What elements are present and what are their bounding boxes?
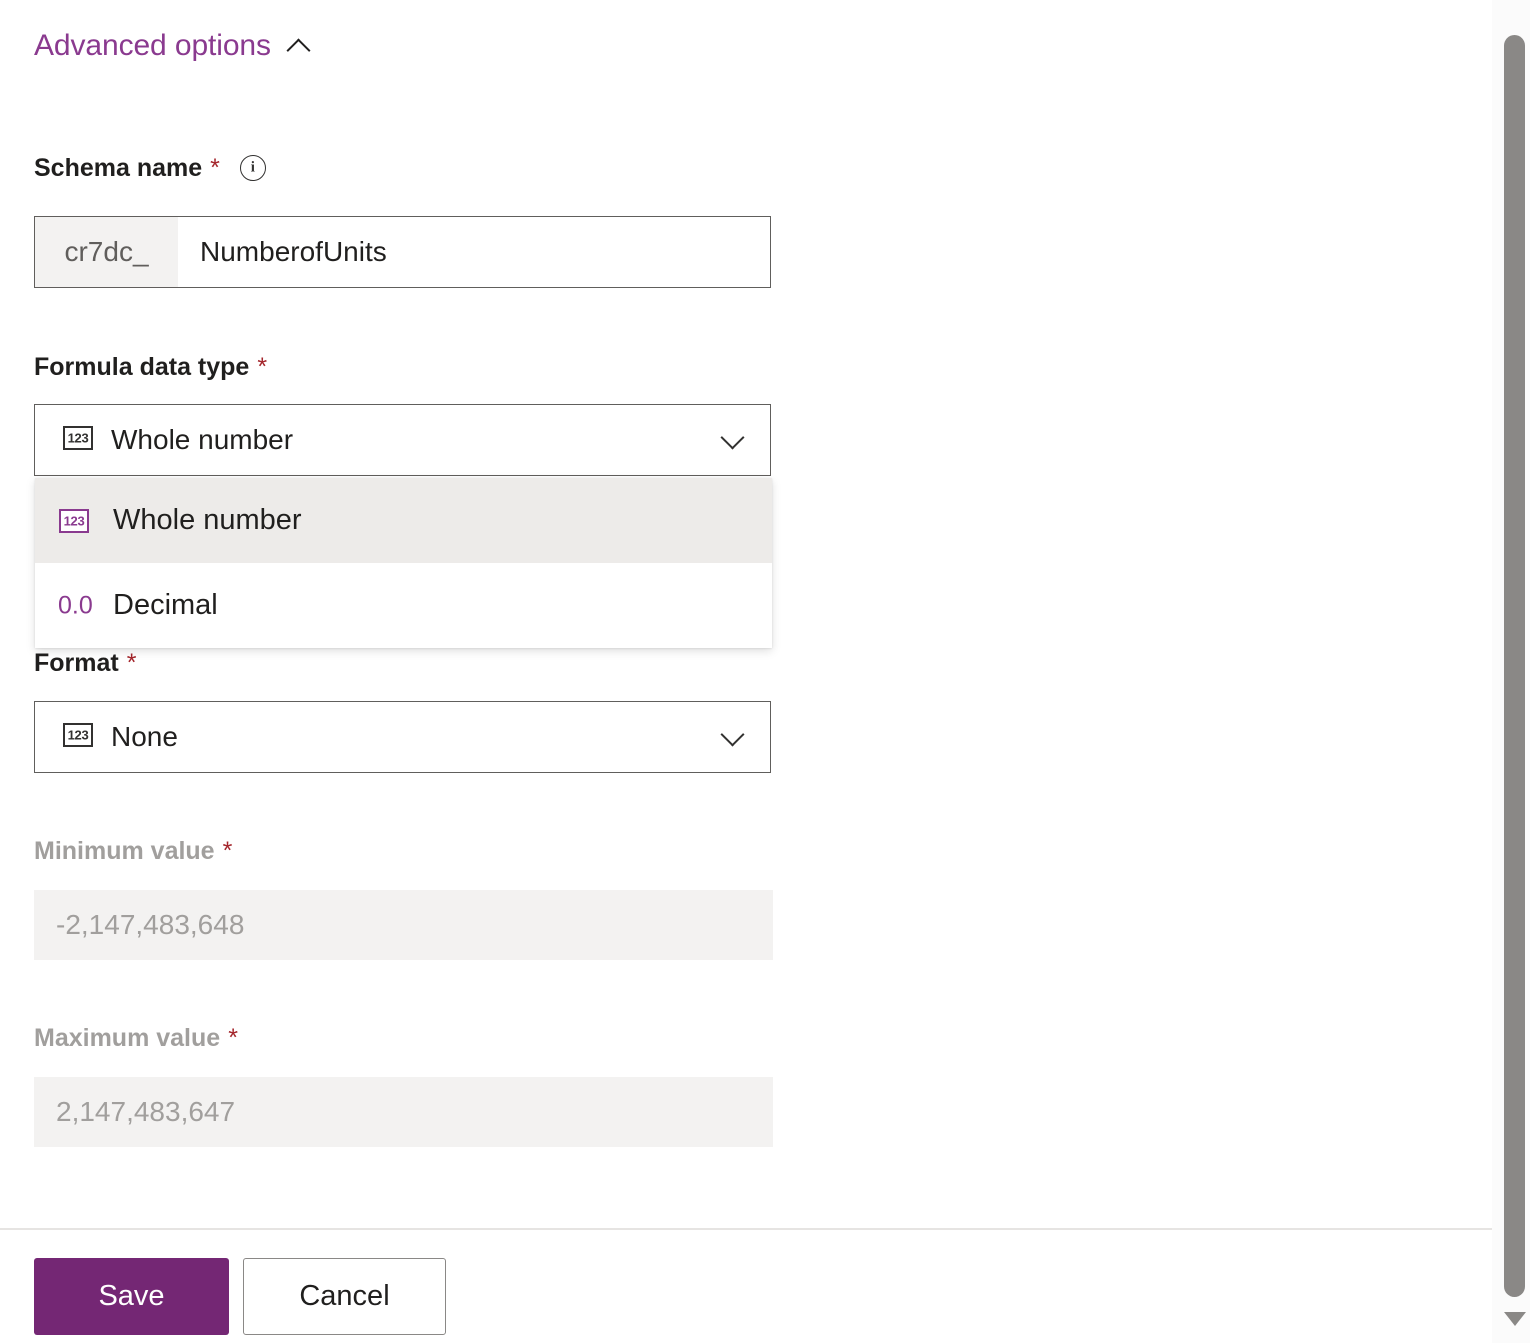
- scrollbar-thumb[interactable]: [1504, 35, 1525, 1297]
- chevron-down-icon[interactable]: [720, 722, 746, 748]
- formula-data-type-dropdown-menu[interactable]: Whole number Decimal: [35, 478, 772, 648]
- advanced-options-panel: Advanced options Schema name * cr7dc_ Nu…: [0, 0, 1492, 1343]
- formula-data-type-selected-value: Whole number: [111, 426, 293, 454]
- chevron-up-icon[interactable]: [286, 33, 312, 59]
- maximum-value-label-text: Maximum value: [34, 1026, 220, 1051]
- format-label: Format *: [34, 651, 136, 676]
- minimum-value-label-text: Minimum value: [34, 839, 215, 864]
- advanced-options-label: Advanced options: [34, 31, 271, 61]
- minimum-value-label: Minimum value *: [34, 839, 232, 864]
- maximum-value-label: Maximum value *: [34, 1026, 238, 1051]
- formula-data-type-label: Formula data type *: [34, 355, 267, 380]
- minimum-value-text: -2,147,483,648: [56, 909, 244, 941]
- schema-name-input[interactable]: NumberofUnits: [178, 217, 770, 287]
- required-asterisk: *: [257, 355, 267, 380]
- footer-actions: Save Cancel: [0, 1230, 1492, 1343]
- format-label-text: Format: [34, 651, 119, 676]
- required-asterisk: *: [228, 1026, 238, 1051]
- maximum-value-text: 2,147,483,647: [56, 1096, 235, 1128]
- maximum-value-input: 2,147,483,647: [34, 1077, 773, 1147]
- scroll-down-arrow-icon[interactable]: [1504, 1312, 1526, 1326]
- cancel-button[interactable]: Cancel: [243, 1258, 446, 1335]
- format-combobox[interactable]: None: [34, 701, 771, 773]
- formula-data-type-combobox[interactable]: Whole number: [34, 404, 771, 476]
- dropdown-option-label: Whole number: [113, 506, 302, 535]
- dropdown-option-decimal[interactable]: Decimal: [35, 563, 772, 648]
- schema-name-label-text: Schema name: [34, 156, 202, 181]
- required-asterisk: *: [223, 839, 233, 864]
- advanced-options-toggle[interactable]: Advanced options: [34, 31, 312, 61]
- formula-data-type-label-text: Formula data type: [34, 355, 249, 380]
- schema-name-label: Schema name *: [34, 155, 266, 181]
- required-asterisk: *: [127, 651, 137, 676]
- chevron-down-icon[interactable]: [720, 425, 746, 451]
- dropdown-option-whole-number[interactable]: Whole number: [35, 478, 772, 563]
- save-button[interactable]: Save: [34, 1258, 229, 1335]
- schema-name-prefix: cr7dc_: [35, 217, 178, 287]
- form-area: Advanced options Schema name * cr7dc_ Nu…: [0, 0, 1492, 1228]
- number-123-icon: [57, 509, 91, 533]
- schema-name-input-group[interactable]: cr7dc_ NumberofUnits: [34, 216, 771, 288]
- dropdown-option-label: Decimal: [113, 591, 218, 620]
- vertical-scrollbar[interactable]: [1492, 0, 1530, 1343]
- info-icon[interactable]: [240, 155, 266, 181]
- required-asterisk: *: [210, 156, 220, 181]
- minimum-value-input: -2,147,483,648: [34, 890, 773, 960]
- format-selected-value: None: [111, 723, 178, 751]
- number-123-icon: [63, 723, 93, 752]
- decimal-00-icon: [57, 594, 91, 618]
- number-123-icon: [63, 426, 93, 455]
